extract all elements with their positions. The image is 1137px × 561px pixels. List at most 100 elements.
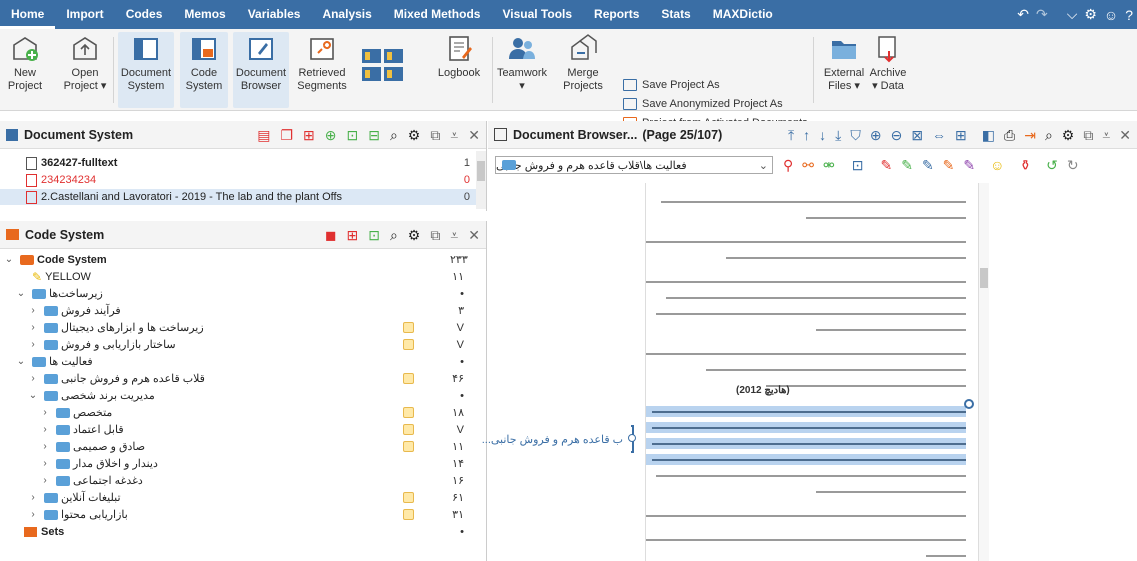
new-doc-set-icon[interactable]: ⊟: [368, 128, 380, 142]
memo-icon[interactable]: [403, 373, 414, 384]
blue-marker-icon[interactable]: ✎: [922, 157, 934, 174]
highlighted-line[interactable]: [646, 422, 966, 433]
chevron-icon[interactable]: ›: [28, 509, 38, 520]
close-icon[interactable]: ✕: [468, 228, 480, 242]
first-page-icon[interactable]: ⤒: [788, 128, 794, 142]
code-system-button[interactable]: Code System: [180, 32, 228, 108]
chevron-icon[interactable]: ⌄: [16, 356, 26, 367]
chevron-icon[interactable]: ›: [40, 441, 50, 452]
search-icon[interactable]: ⌕: [390, 228, 398, 242]
undo-icon[interactable]: ↶: [1017, 6, 1029, 23]
list-item[interactable]: › قلاب قاعده هرم و فروش جانبی ۴۶: [0, 370, 472, 387]
list-item[interactable]: › دیندار و اخلاق مدار ۱۴: [0, 455, 472, 472]
next-page-icon[interactable]: ↓: [819, 128, 826, 142]
highlighted-line[interactable]: [646, 406, 966, 417]
collapse-icon[interactable]: ⩡: [450, 228, 458, 242]
memo-icon[interactable]: [403, 424, 414, 435]
undock-icon[interactable]: ⧉: [430, 228, 440, 242]
list-item[interactable]: › ساختار بازاریابی و فروش V: [0, 336, 472, 353]
merge-projects-button[interactable]: Merge Projects: [560, 33, 606, 93]
document-system-button[interactable]: Document System: [118, 32, 174, 108]
code-dropdown[interactable]: فعالیت ها\قلاب قاعده هرم و فروش جانبی ⌄: [495, 156, 773, 174]
fit-page-icon[interactable]: ⊠: [911, 128, 923, 142]
new-doc-group-icon[interactable]: ⊡: [346, 128, 358, 142]
collapse-icon[interactable]: ⩡: [450, 128, 458, 142]
teamwork-button[interactable]: Teamwork ▾: [497, 33, 547, 93]
redo-coding-icon[interactable]: ↻: [1067, 157, 1079, 174]
collapse-icon[interactable]: ⩡: [1102, 128, 1110, 142]
export-icon[interactable]: ⇥: [1024, 128, 1036, 142]
activate-docs-icon[interactable]: ▤: [257, 128, 270, 142]
menu-stats[interactable]: Stats: [650, 0, 701, 29]
menu-memos[interactable]: Memos: [173, 0, 236, 29]
smiley-icon[interactable]: ☺: [1104, 7, 1118, 23]
memo-icon[interactable]: [403, 322, 414, 333]
emoticode-icon[interactable]: ☺: [990, 157, 1004, 173]
menu-visual-tools[interactable]: Visual Tools: [491, 0, 583, 29]
coding-stripe[interactable]: ب قاعده هرم و فروش جانبی...: [482, 425, 645, 453]
retrieved-segments-button[interactable]: Retrieved Segments: [296, 33, 348, 93]
chevron-icon[interactable]: ›: [40, 407, 50, 418]
fit-width-icon[interactable]: ⇔: [932, 128, 946, 142]
chevron-icon[interactable]: ›: [28, 322, 38, 333]
grid-view-icon[interactable]: ⊞: [955, 128, 967, 142]
symbol-icon[interactable]: ⚱: [1019, 157, 1031, 174]
close-icon[interactable]: ✕: [1119, 128, 1131, 142]
purple-marker-icon[interactable]: ✎: [963, 157, 975, 174]
chevron-icon[interactable]: ›: [28, 339, 38, 350]
code-new-icon[interactable]: ⊞: [346, 228, 358, 242]
chevron-icon[interactable]: ›: [28, 492, 38, 503]
gear-icon[interactable]: ⚙: [408, 228, 421, 242]
green-marker-icon[interactable]: ✎: [901, 157, 913, 174]
prev-page-icon[interactable]: ↑: [803, 128, 810, 142]
chevron-icon[interactable]: ›: [40, 424, 50, 435]
new-doc-icon[interactable]: ⊕: [325, 128, 337, 142]
list-item[interactable]: 362427-fulltext 1: [0, 155, 476, 171]
chevron-icon[interactable]: ›: [28, 305, 38, 316]
document-browser-button[interactable]: Document Browser: [233, 32, 289, 108]
list-item[interactable]: › صادق و صمیمی ۱۱: [0, 438, 472, 455]
scrollbar[interactable]: [476, 151, 486, 209]
memo-icon[interactable]: [403, 339, 414, 350]
list-item[interactable]: › متخصص ۱۸: [0, 404, 472, 421]
code-in-vivo-icon[interactable]: ⚮: [823, 157, 835, 174]
list-item[interactable]: › قابل اعتماد V: [0, 421, 472, 438]
panel-toggle-icon[interactable]: ◧: [982, 128, 995, 142]
scrollbar[interactable]: [979, 183, 989, 561]
code-set-icon[interactable]: ⊡: [368, 228, 380, 242]
list-item[interactable]: › بازاریابی محتوا ۳۱: [0, 506, 472, 523]
undock-icon[interactable]: ⧉: [1083, 128, 1093, 142]
close-icon[interactable]: ✕: [468, 128, 480, 142]
menu-mixed-methods[interactable]: Mixed Methods: [383, 0, 492, 29]
zoom-out-icon[interactable]: ⊖: [891, 128, 903, 142]
archive-data-button[interactable]: Archive ▾ Data: [868, 33, 908, 93]
list-item[interactable]: ⌄ فعالیت ها •: [0, 353, 472, 370]
menu-variables[interactable]: Variables: [237, 0, 312, 29]
chevron-icon[interactable]: ⌄: [16, 288, 26, 299]
red-marker-icon[interactable]: ✎: [880, 157, 892, 174]
chevron-icon[interactable]: ⌄: [28, 390, 38, 401]
bookmark-icon[interactable]: ⛉: [850, 128, 861, 142]
undo-coding-icon[interactable]: ↺: [1046, 157, 1058, 174]
new-project-button[interactable]: New Project: [6, 33, 44, 93]
logbook-button[interactable]: Logbook: [433, 33, 485, 80]
list-item[interactable]: ⌄ مدیریت برند شخصی •: [0, 387, 472, 404]
memo-icon[interactable]: [403, 492, 414, 503]
menu-reports[interactable]: Reports: [583, 0, 650, 29]
list-item[interactable]: › فرآیند فروش ۳: [0, 302, 472, 319]
code-highlight-icon[interactable]: ⊡: [852, 157, 864, 174]
external-files-button[interactable]: External Files ▾: [820, 33, 868, 93]
list-item[interactable]: ⌄ زیرساخت‌ها •: [0, 285, 472, 302]
list-item[interactable]: › دغدغه اجتماعی ۱۶: [0, 472, 472, 489]
selection-handle[interactable]: [964, 399, 974, 409]
open-project-button[interactable]: Open Project ▾: [62, 33, 108, 93]
list-item[interactable]: ✎ YELLOW ۱۱: [0, 268, 472, 285]
gear-icon[interactable]: ⚙: [1062, 128, 1075, 142]
chevron-down-icon[interactable]: ⌵: [1067, 6, 1078, 23]
list-item[interactable]: › زیرساخت ها و ابزارهای دیجیتال V: [0, 319, 472, 336]
highlighted-line[interactable]: [646, 454, 966, 465]
sets-row[interactable]: Sets •: [0, 523, 472, 540]
memo-icon[interactable]: [403, 509, 414, 520]
list-item[interactable]: › تبلیغات آنلاین ۶۱: [0, 489, 472, 506]
help-icon[interactable]: ?: [1125, 7, 1133, 23]
